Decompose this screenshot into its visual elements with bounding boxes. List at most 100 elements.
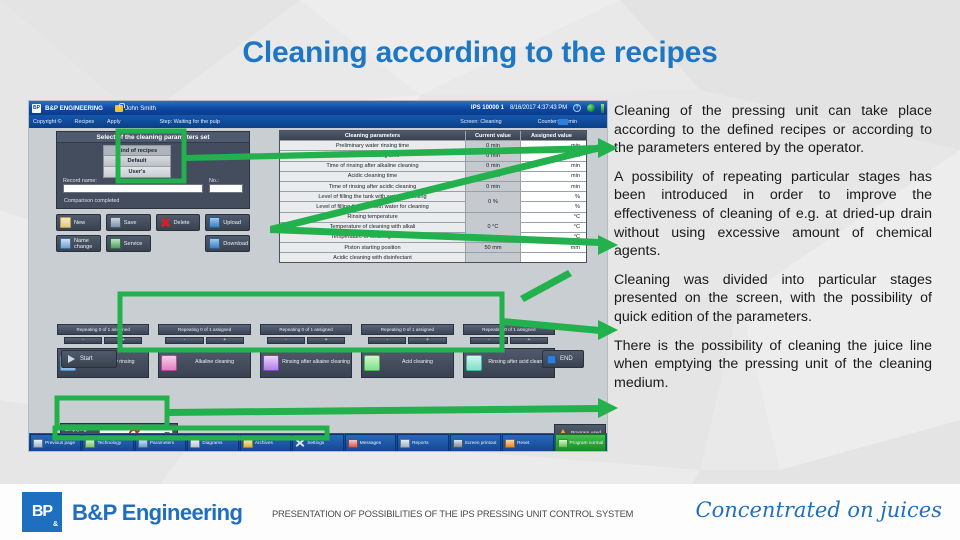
- recipe-panel-header: Select of the cleaning parameters set: [57, 132, 249, 143]
- repeat-minus-button[interactable]: -: [64, 336, 103, 344]
- globe-icon[interactable]: [587, 104, 595, 112]
- col-header-assigned: Assigned value: [530, 132, 573, 139]
- paragraph-3: Cleaning was divided into particular sta…: [614, 271, 932, 325]
- param-assigned[interactable]: min: [521, 141, 586, 151]
- repeat-cell: Repeating 0 of 1 assigned - +: [57, 324, 150, 344]
- repeat-minus-button[interactable]: -: [165, 336, 204, 344]
- param-assigned[interactable]: min: [521, 161, 586, 171]
- upload-button-label: Upload: [223, 219, 241, 226]
- repeat-plus-button[interactable]: +: [509, 336, 549, 344]
- param-assigned[interactable]: %: [521, 192, 586, 203]
- nav-reset[interactable]: Reset: [502, 434, 554, 451]
- repeat-steppers: - +: [260, 336, 352, 344]
- new-button[interactable]: New: [56, 214, 101, 231]
- param-current: 0 min: [465, 141, 521, 151]
- param-assigned[interactable]: min: [521, 181, 586, 192]
- delete-button[interactable]: Delete: [155, 214, 201, 231]
- param-current: 0 min: [465, 171, 521, 181]
- stage-acid-cleaning[interactable]: Acid cleaning: [361, 347, 454, 378]
- repeat-plus-button[interactable]: +: [205, 336, 244, 344]
- body-text-column: Cleaning of the pressing unit can take p…: [614, 102, 932, 392]
- table-row: Time of rinsing after acidic cleaning 0 …: [280, 181, 586, 193]
- nav-screen-printout[interactable]: Screen printout: [449, 434, 502, 451]
- param-assigned[interactable]: [521, 253, 586, 263]
- record-no-input[interactable]: [209, 184, 243, 193]
- new-file-icon: [60, 217, 71, 228]
- paragraph-1: Cleaning of the pressing unit can take p…: [614, 103, 932, 157]
- param-assigned[interactable]: min: [521, 171, 586, 181]
- help-icon[interactable]: ?: [573, 104, 581, 112]
- repeat-cell: Repeating 0 of 1 assigned - +: [462, 324, 556, 344]
- download-button-label: Download: [223, 240, 249, 247]
- param-assigned[interactable]: °C: [521, 213, 586, 223]
- param-assigned[interactable]: mm: [521, 243, 586, 253]
- param-assigned[interactable]: °C: [521, 233, 586, 242]
- lock-user-icon: [115, 102, 125, 112]
- footer-slogan: Concentrated on juices: [695, 498, 943, 522]
- service-button[interactable]: Service: [105, 235, 151, 252]
- param-name: Temperature of cleaning with acid: [330, 234, 415, 241]
- nav-label: Screen printout: [464, 440, 497, 446]
- printer-icon: [452, 438, 463, 448]
- nav-diagrams[interactable]: Diagrams: [187, 434, 239, 451]
- download-button[interactable]: Download: [205, 235, 250, 252]
- nav-parameters[interactable]: Parameters: [134, 434, 187, 451]
- table-row: Piston starting position 50 mm mm: [280, 243, 586, 254]
- repeat-plus-button[interactable]: +: [104, 336, 143, 344]
- nav-settings[interactable]: Settings: [292, 434, 344, 451]
- table-group-temperature: Rinsing temperature Temperature of clean…: [280, 212, 586, 244]
- hmi-screenshot: BP B&P ENGINEERING John Smith IPS 10000 …: [28, 100, 608, 452]
- repeat-label: Repeating 0 of 1 assigned: [361, 324, 454, 335]
- repeat-plus-button[interactable]: +: [307, 336, 346, 344]
- param-assigned[interactable]: %: [521, 202, 586, 211]
- status-step: Step: Waiting for the pulp: [159, 118, 220, 125]
- nav-technology[interactable]: Technology: [82, 434, 134, 451]
- col-header-parameters: Cleaning parameters: [344, 132, 401, 139]
- logo-main-text: BP: [31, 503, 53, 520]
- repeat-row: Repeating 0 of 1 assigned - + Repeating …: [57, 324, 556, 344]
- record-name-input[interactable]: [63, 184, 203, 193]
- nav-program-normal[interactable]: Program normal: [554, 434, 606, 451]
- nav-label: Reports: [412, 440, 429, 446]
- save-button[interactable]: Save: [105, 214, 151, 231]
- hmi-user[interactable]: John Smith: [115, 102, 156, 112]
- name-change-button-label: Name change: [74, 237, 93, 250]
- play-icon: [68, 355, 75, 363]
- repeat-minus-button[interactable]: -: [266, 336, 306, 344]
- repeat-cell: Repeating 0 of 1 assigned - +: [158, 324, 251, 344]
- diagrams-icon: [190, 438, 201, 448]
- recipe-kind-users[interactable]: User's: [104, 167, 170, 177]
- previous-page-icon: [33, 438, 43, 448]
- nav-messages[interactable]: Messages: [344, 434, 397, 451]
- end-button[interactable]: END: [542, 350, 584, 368]
- menu-recipes[interactable]: Recipes: [75, 119, 94, 125]
- titlebar-right: IPS 10000 1 8/16/2017 4:37:43 PM ?: [470, 103, 604, 113]
- param-assigned[interactable]: min: [521, 151, 586, 161]
- stage-rinsing-after-alkaline[interactable]: Rinsing after alkaine cleaning: [259, 347, 353, 378]
- repeat-minus-button[interactable]: -: [469, 336, 508, 344]
- param-name: Level of filling the tank with water for…: [316, 203, 429, 210]
- subbar-right: Screen: Cleaning Counter: min: [460, 118, 603, 125]
- repeat-minus-button[interactable]: -: [368, 336, 407, 344]
- menu-apply[interactable]: Apply: [107, 119, 121, 125]
- stage-alkaline-cleaning[interactable]: Alkaline cleaning: [158, 347, 251, 378]
- hmi-machine-id: IPS 10000 1: [470, 105, 504, 111]
- recipe-kind-default[interactable]: Default: [104, 156, 170, 167]
- repeat-steppers: - +: [463, 336, 555, 344]
- copyright-label: Copyright ©: [33, 118, 62, 125]
- stage-label: Acid cleaning: [401, 359, 433, 366]
- nav-previous-page[interactable]: Previous page: [30, 434, 82, 451]
- nav-archives[interactable]: Archives: [239, 434, 292, 451]
- start-button[interactable]: Start: [61, 350, 117, 368]
- start-button-label: Start: [80, 356, 93, 362]
- upload-button[interactable]: Upload: [205, 214, 250, 231]
- archives-icon: [242, 438, 253, 448]
- name-change-button[interactable]: Name change: [56, 235, 101, 252]
- nav-label: Parameters: [149, 440, 175, 446]
- repeat-plus-button[interactable]: +: [408, 336, 447, 344]
- param-name: Time of rinsing after acidic cleaning: [328, 183, 417, 190]
- nav-reports[interactable]: Reports: [397, 434, 449, 451]
- param-assigned[interactable]: °C: [521, 223, 586, 233]
- repeat-cell: Repeating 0 of 1 assigned - +: [259, 324, 353, 344]
- service-button-label: Service: [123, 240, 143, 247]
